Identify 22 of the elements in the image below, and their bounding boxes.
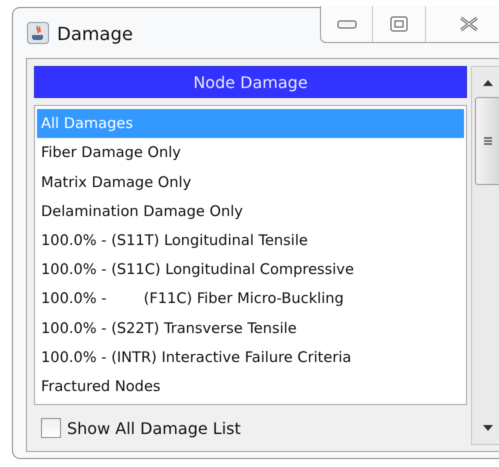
scroll-down-icon[interactable] [482, 424, 494, 432]
list-item[interactable]: 100.0% - (S22T) Transverse Tensile [37, 313, 464, 343]
scrollbar[interactable] [471, 66, 499, 445]
window-title: Damage [57, 24, 133, 45]
list-header: Node Damage [34, 66, 467, 98]
close-icon [458, 16, 480, 32]
list-item[interactable]: 100.0% - (F11C) Fiber Micro-Buckling [37, 284, 464, 314]
java-cup-icon [27, 22, 49, 44]
scroll-up-icon[interactable] [482, 79, 494, 87]
list-item[interactable]: 100.0% - (INTR) Interactive Failure Criteria [37, 342, 464, 372]
checkbox[interactable] [41, 418, 61, 438]
maximize-icon [390, 16, 408, 32]
list-item[interactable]: Fiber Damage Only [37, 138, 464, 168]
list-item[interactable]: Fractured Nodes [37, 372, 464, 402]
list-item[interactable]: Matrix Damage Only [37, 167, 464, 197]
list-item[interactable]: Delamination Damage Only [37, 196, 464, 226]
minimize-icon [336, 19, 357, 29]
list-item[interactable]: 100.0% - (S11C) Longitudinal Compressive [37, 255, 464, 284]
list-item[interactable]: 100.0% - (S11T) Longitudinal Tensile [37, 226, 464, 256]
checkbox-label: Show All Damage List [67, 418, 241, 438]
scroll-thumb[interactable] [474, 97, 499, 185]
grip-icon [482, 136, 492, 146]
